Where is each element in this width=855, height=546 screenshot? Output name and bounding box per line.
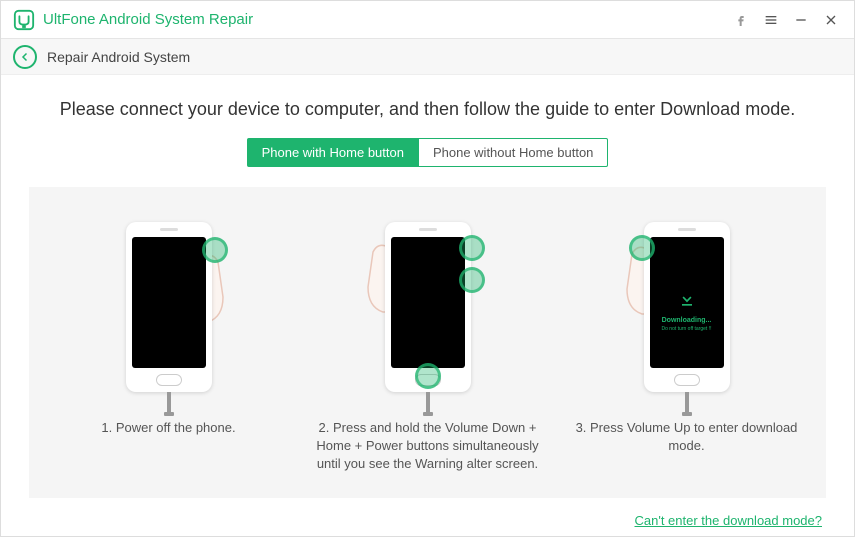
back-button[interactable]: [13, 45, 37, 69]
step-1: 1. Power off the phone.: [49, 207, 288, 474]
phone-icon: [126, 222, 212, 392]
tab-group: Phone with Home button Phone without Hom…: [29, 138, 826, 167]
step-3-illustration: Downloading... Do not turn off target !!: [567, 207, 806, 407]
press-indicator-icon: [629, 235, 655, 261]
app-logo-icon: [13, 9, 35, 31]
step-1-text: 1. Power off the phone.: [49, 419, 288, 437]
main-content: Please connect your device to computer, …: [1, 75, 854, 546]
instruction-text: Please connect your device to computer, …: [29, 99, 826, 120]
step-2: 2. Press and hold the Volume Down + Home…: [308, 207, 547, 474]
steps-panel: 1. Power off the phone. 2. Press and hol…: [29, 187, 826, 498]
download-screen: Downloading... Do not turn off target !!: [650, 289, 724, 332]
press-indicator-icon: [459, 267, 485, 293]
close-icon[interactable]: [816, 5, 846, 35]
download-title: Downloading...: [650, 317, 724, 324]
step-3-text: 3. Press Volume Up to enter download mod…: [567, 419, 806, 455]
footer: Can't enter the download mode?: [29, 512, 826, 530]
press-indicator-icon: [415, 363, 441, 389]
sub-header: Repair Android System: [1, 39, 854, 75]
phone-icon: Downloading... Do not turn off target !!: [644, 222, 730, 392]
step-2-illustration: [308, 207, 547, 407]
help-link[interactable]: Can't enter the download mode?: [635, 513, 823, 528]
step-3: Downloading... Do not turn off target !!…: [567, 207, 806, 474]
step-2-text: 2. Press and hold the Volume Down + Home…: [308, 419, 547, 474]
menu-icon[interactable]: [756, 5, 786, 35]
download-subtitle: Do not turn off target !!: [650, 326, 724, 332]
download-arrow-icon: [650, 289, 724, 313]
tab-with-home[interactable]: Phone with Home button: [247, 138, 419, 167]
press-indicator-icon: [202, 237, 228, 263]
page-title: Repair Android System: [47, 49, 190, 65]
titlebar: UltFone Android System Repair: [1, 1, 854, 39]
facebook-icon[interactable]: [726, 5, 756, 35]
app-title: UltFone Android System Repair: [43, 11, 253, 28]
tab-without-home[interactable]: Phone without Home button: [419, 138, 608, 167]
step-1-illustration: [49, 207, 288, 407]
press-indicator-icon: [459, 235, 485, 261]
minimize-icon[interactable]: [786, 5, 816, 35]
